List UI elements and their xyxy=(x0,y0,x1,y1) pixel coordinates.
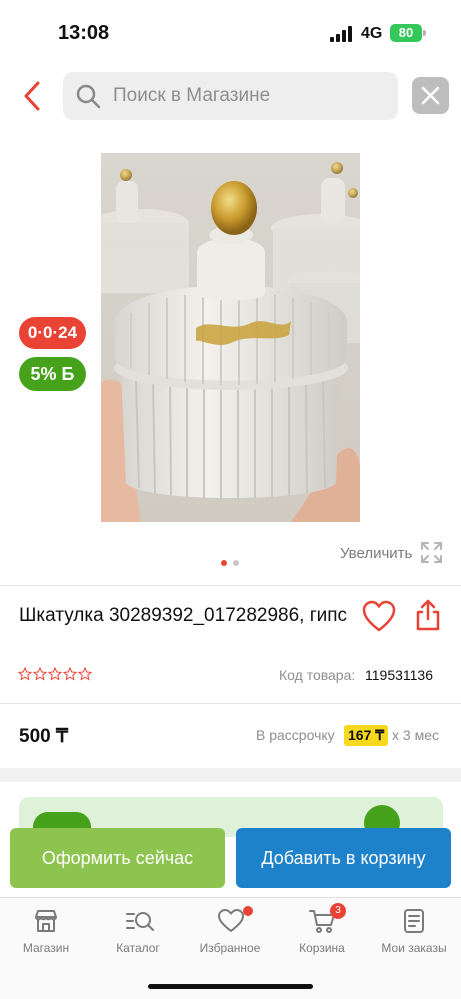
product-title: Шкатулка 30289392_017282986, гипс xyxy=(19,605,348,626)
bonus-badge: 5% Б xyxy=(19,357,86,391)
chevron-left-icon xyxy=(24,81,40,111)
section-gap xyxy=(0,768,461,782)
status-time: 13:08 xyxy=(58,22,110,44)
signal-icon xyxy=(330,26,352,42)
battery-tip xyxy=(423,30,426,36)
expand-icon[interactable] xyxy=(420,541,443,564)
favorite-heart-icon[interactable] xyxy=(361,600,397,634)
tab-label: Корзина xyxy=(299,941,345,955)
battery-icon: 80 xyxy=(390,24,422,42)
orders-icon xyxy=(404,909,424,933)
back-button[interactable] xyxy=(18,78,50,114)
gallery-dots xyxy=(221,560,241,566)
installment-term: х 3 мес xyxy=(392,727,439,743)
tab-cart[interactable]: 3 Корзина xyxy=(276,903,368,962)
tab-label: Избранное xyxy=(199,941,261,955)
heart-icon xyxy=(218,909,244,932)
divider xyxy=(0,585,461,586)
installment-amount[interactable]: 167 ₸ xyxy=(344,725,389,746)
tab-favorites[interactable]: Избранное xyxy=(184,906,276,962)
share-icon[interactable] xyxy=(413,599,443,632)
gallery-dot-active[interactable] xyxy=(221,560,227,566)
divider xyxy=(0,703,461,704)
tab-label: Каталог xyxy=(116,941,160,955)
cart-count-badge: 3 xyxy=(330,903,346,919)
tab-orders[interactable]: Мои заказы xyxy=(368,906,460,962)
product-code-label: Код товара: xyxy=(279,667,356,683)
close-icon xyxy=(421,86,440,105)
checkout-button[interactable]: Оформить сейчас xyxy=(10,828,225,888)
search-input[interactable] xyxy=(113,72,383,120)
favorites-dot xyxy=(243,906,253,916)
clear-search-button[interactable] xyxy=(412,77,449,114)
network-label: 4G xyxy=(361,25,383,42)
rating-stars xyxy=(18,667,93,681)
gallery-dot[interactable] xyxy=(233,560,239,566)
product-price: 500 ₸ xyxy=(19,726,69,747)
search-icon xyxy=(76,84,101,109)
status-bar: 13:08 4G 80 xyxy=(0,0,461,62)
product-image[interactable] xyxy=(101,153,360,522)
product-code: 119531136 xyxy=(365,667,433,683)
tab-label: Мои заказы xyxy=(381,941,447,955)
add-to-cart-button[interactable]: Добавить в корзину xyxy=(236,828,451,888)
installment-label: В рассрочку xyxy=(256,727,335,743)
promo-badge: 0·0·24 xyxy=(19,317,86,349)
zoom-label[interactable]: Увеличить xyxy=(340,545,412,562)
product-photo xyxy=(101,153,360,522)
tab-store[interactable]: Магазин xyxy=(0,906,92,962)
home-indicator xyxy=(148,984,313,989)
catalog-search-icon xyxy=(126,912,154,931)
store-icon xyxy=(35,910,57,932)
search-box[interactable] xyxy=(63,72,398,120)
tab-label: Магазин xyxy=(22,941,70,955)
tab-catalog[interactable]: Каталог xyxy=(92,906,184,962)
